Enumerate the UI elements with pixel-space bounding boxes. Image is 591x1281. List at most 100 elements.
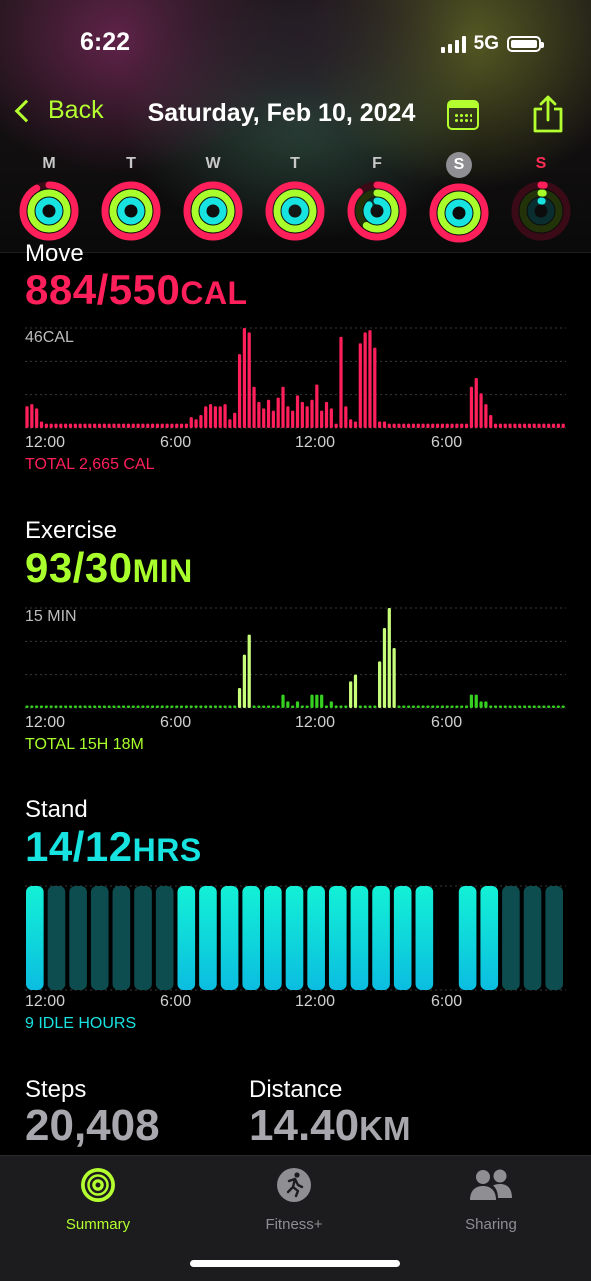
idle-hour-bar (47, 886, 66, 990)
bar (556, 423, 560, 428)
distance-label: Distance (249, 1076, 343, 1103)
day-label: S (446, 152, 472, 178)
day-label: M (42, 155, 56, 172)
tick-label: 6:00 (160, 993, 192, 1010)
bar (252, 386, 256, 428)
bar (344, 406, 348, 428)
bar (247, 634, 251, 708)
bar (324, 705, 329, 708)
bar (421, 423, 425, 428)
activity-rings-icon (347, 181, 407, 241)
day-0[interactable]: M (17, 152, 81, 242)
bar (213, 705, 218, 708)
bar (387, 608, 391, 708)
bar (329, 701, 333, 708)
tab-fitness-plus[interactable]: Fitness+ (224, 1166, 364, 1233)
bar (426, 423, 430, 428)
tick-label: 12:00 (25, 434, 66, 451)
bar (489, 414, 493, 428)
bar (527, 705, 531, 708)
steps-value: 20,408 (25, 1101, 160, 1150)
bar (349, 681, 353, 708)
bar (131, 705, 135, 708)
bar (479, 701, 483, 708)
bar (247, 332, 251, 428)
day-label: W (205, 155, 221, 172)
bar (170, 423, 174, 428)
bar (547, 423, 551, 428)
bar (281, 386, 285, 428)
day-6[interactable]: S (509, 152, 573, 242)
day-1[interactable]: T (99, 152, 163, 242)
stand-value-number: 14/12 (25, 823, 133, 870)
bar (440, 705, 445, 708)
bar (68, 705, 73, 708)
bar (295, 701, 300, 708)
bar (450, 705, 454, 708)
bar (30, 705, 34, 708)
bar (460, 423, 464, 428)
bar (556, 705, 560, 708)
stand-ring (117, 197, 145, 225)
bar (416, 423, 420, 428)
exercise-chart (25, 602, 566, 712)
calendar-icon[interactable] (447, 100, 479, 130)
bar (35, 705, 39, 708)
bar (237, 354, 242, 428)
bar (353, 421, 358, 428)
stand-hour-bar (372, 886, 390, 990)
bar (189, 705, 193, 708)
stand-idle-hours: 9 IDLE HOURS (25, 1015, 137, 1032)
bar (126, 423, 131, 428)
stand-ring (281, 197, 309, 225)
bar (155, 423, 160, 428)
day-3[interactable]: T (263, 152, 327, 242)
bar (97, 705, 102, 708)
battery-icon (507, 36, 544, 52)
share-icon[interactable] (531, 94, 565, 134)
cellular-signal-icon (440, 35, 466, 53)
bar (363, 705, 367, 708)
day-4[interactable]: F (345, 152, 409, 242)
tick-label: 12:00 (25, 993, 66, 1010)
day-label: F (372, 155, 382, 172)
bar (397, 423, 401, 428)
exercise-value-number: 93/30 (25, 544, 133, 591)
bar (353, 674, 358, 708)
bar (242, 328, 246, 428)
bar (237, 688, 242, 708)
bar (522, 705, 527, 708)
bar (49, 423, 53, 428)
bar (208, 404, 213, 428)
bar (122, 423, 126, 428)
bar (228, 705, 232, 708)
bar (102, 705, 106, 708)
bar (551, 423, 556, 428)
bar (68, 423, 73, 428)
bar (83, 423, 87, 428)
stand-hour-bar (393, 886, 412, 990)
bar (469, 386, 474, 428)
bar (479, 393, 483, 428)
bar (44, 705, 48, 708)
bar (131, 423, 135, 428)
bar (547, 705, 551, 708)
exercise-unit: MIN (132, 553, 193, 589)
bar (363, 332, 367, 428)
bar (204, 406, 208, 428)
activity-rings-icon (265, 181, 325, 241)
tab-summary[interactable]: Summary (28, 1166, 168, 1233)
stand-hour-bar (350, 886, 369, 990)
day-5[interactable]: S (427, 152, 491, 244)
bar (522, 423, 527, 428)
bar (527, 423, 531, 428)
bar (464, 705, 469, 708)
bar (25, 406, 29, 428)
stand-hour-bar (458, 886, 477, 990)
bar (411, 705, 416, 708)
day-2[interactable]: W (181, 152, 245, 242)
tab-sharing[interactable]: Sharing (421, 1166, 561, 1233)
exercise-time-axis: 12:00 6:00 12:00 6:00 (0, 714, 591, 734)
distance-number: 14.40 (249, 1101, 360, 1150)
bar (184, 423, 189, 428)
